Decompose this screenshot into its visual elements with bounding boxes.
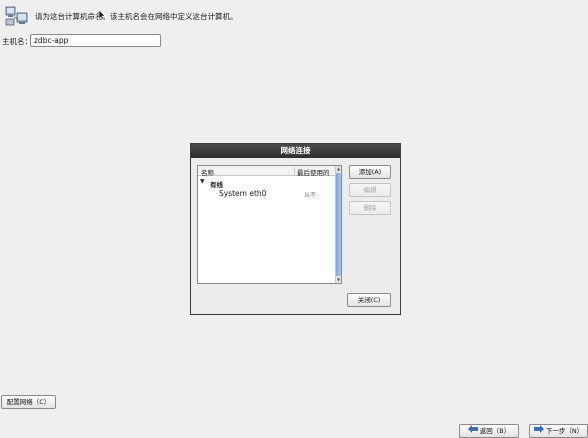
column-name-header[interactable]: 名称 xyxy=(201,167,214,177)
vertical-scrollbar[interactable]: ▲ ▼ xyxy=(335,166,341,283)
next-button-label: 下一步（N） xyxy=(545,427,584,435)
scroll-up-icon[interactable]: ▲ xyxy=(336,166,341,172)
list-column-header: 名称 最后使用的 xyxy=(198,166,335,177)
next-button[interactable]: 下一步（N） xyxy=(529,424,588,438)
connections-list[interactable]: 名称 最后使用的 ▼ 有线 System eth0 从不 ▲ ▼ xyxy=(197,165,342,284)
back-arrow-icon xyxy=(467,425,478,437)
network-connections-dialog: 网络连接 名称 最后使用的 ▼ 有线 System eth0 从不 ▲ ▼ 添加… xyxy=(190,143,401,315)
add-button[interactable]: 添加(A) xyxy=(349,165,391,179)
instruction-text: 请为这台计算机命名。该主机名会在网络中定义这台计算机。 xyxy=(35,12,238,21)
mouse-cursor-icon xyxy=(98,9,106,21)
column-last-used-header[interactable]: 最后使用的 xyxy=(297,167,330,177)
edit-button[interactable]: 编辑 xyxy=(349,183,391,197)
connection-name: System eth0 xyxy=(219,189,267,198)
scroll-thumb[interactable] xyxy=(336,173,341,276)
scroll-down-icon[interactable]: ▼ xyxy=(336,277,341,283)
back-button[interactable]: 返回（B） xyxy=(459,424,519,438)
delete-button[interactable]: 删除 xyxy=(349,201,391,215)
group-row-wired[interactable]: ▼ 有线 xyxy=(198,178,335,189)
hostname-input[interactable] xyxy=(30,34,161,47)
expand-triangle-icon[interactable]: ▼ xyxy=(200,178,205,185)
next-arrow-icon xyxy=(533,425,544,437)
configure-network-button[interactable]: 配置网络（C） xyxy=(1,395,56,409)
list-item[interactable]: System eth0 从不 xyxy=(198,188,335,199)
hostname-label: 主机名： xyxy=(2,37,32,46)
back-button-label: 返回（B） xyxy=(479,427,511,435)
column-separator xyxy=(294,167,295,175)
connection-last-used: 从不 xyxy=(304,192,317,199)
close-button[interactable]: 关闭(C) xyxy=(347,293,391,307)
network-computer-icon xyxy=(5,5,29,27)
dialog-title: 网络连接 xyxy=(191,144,400,158)
